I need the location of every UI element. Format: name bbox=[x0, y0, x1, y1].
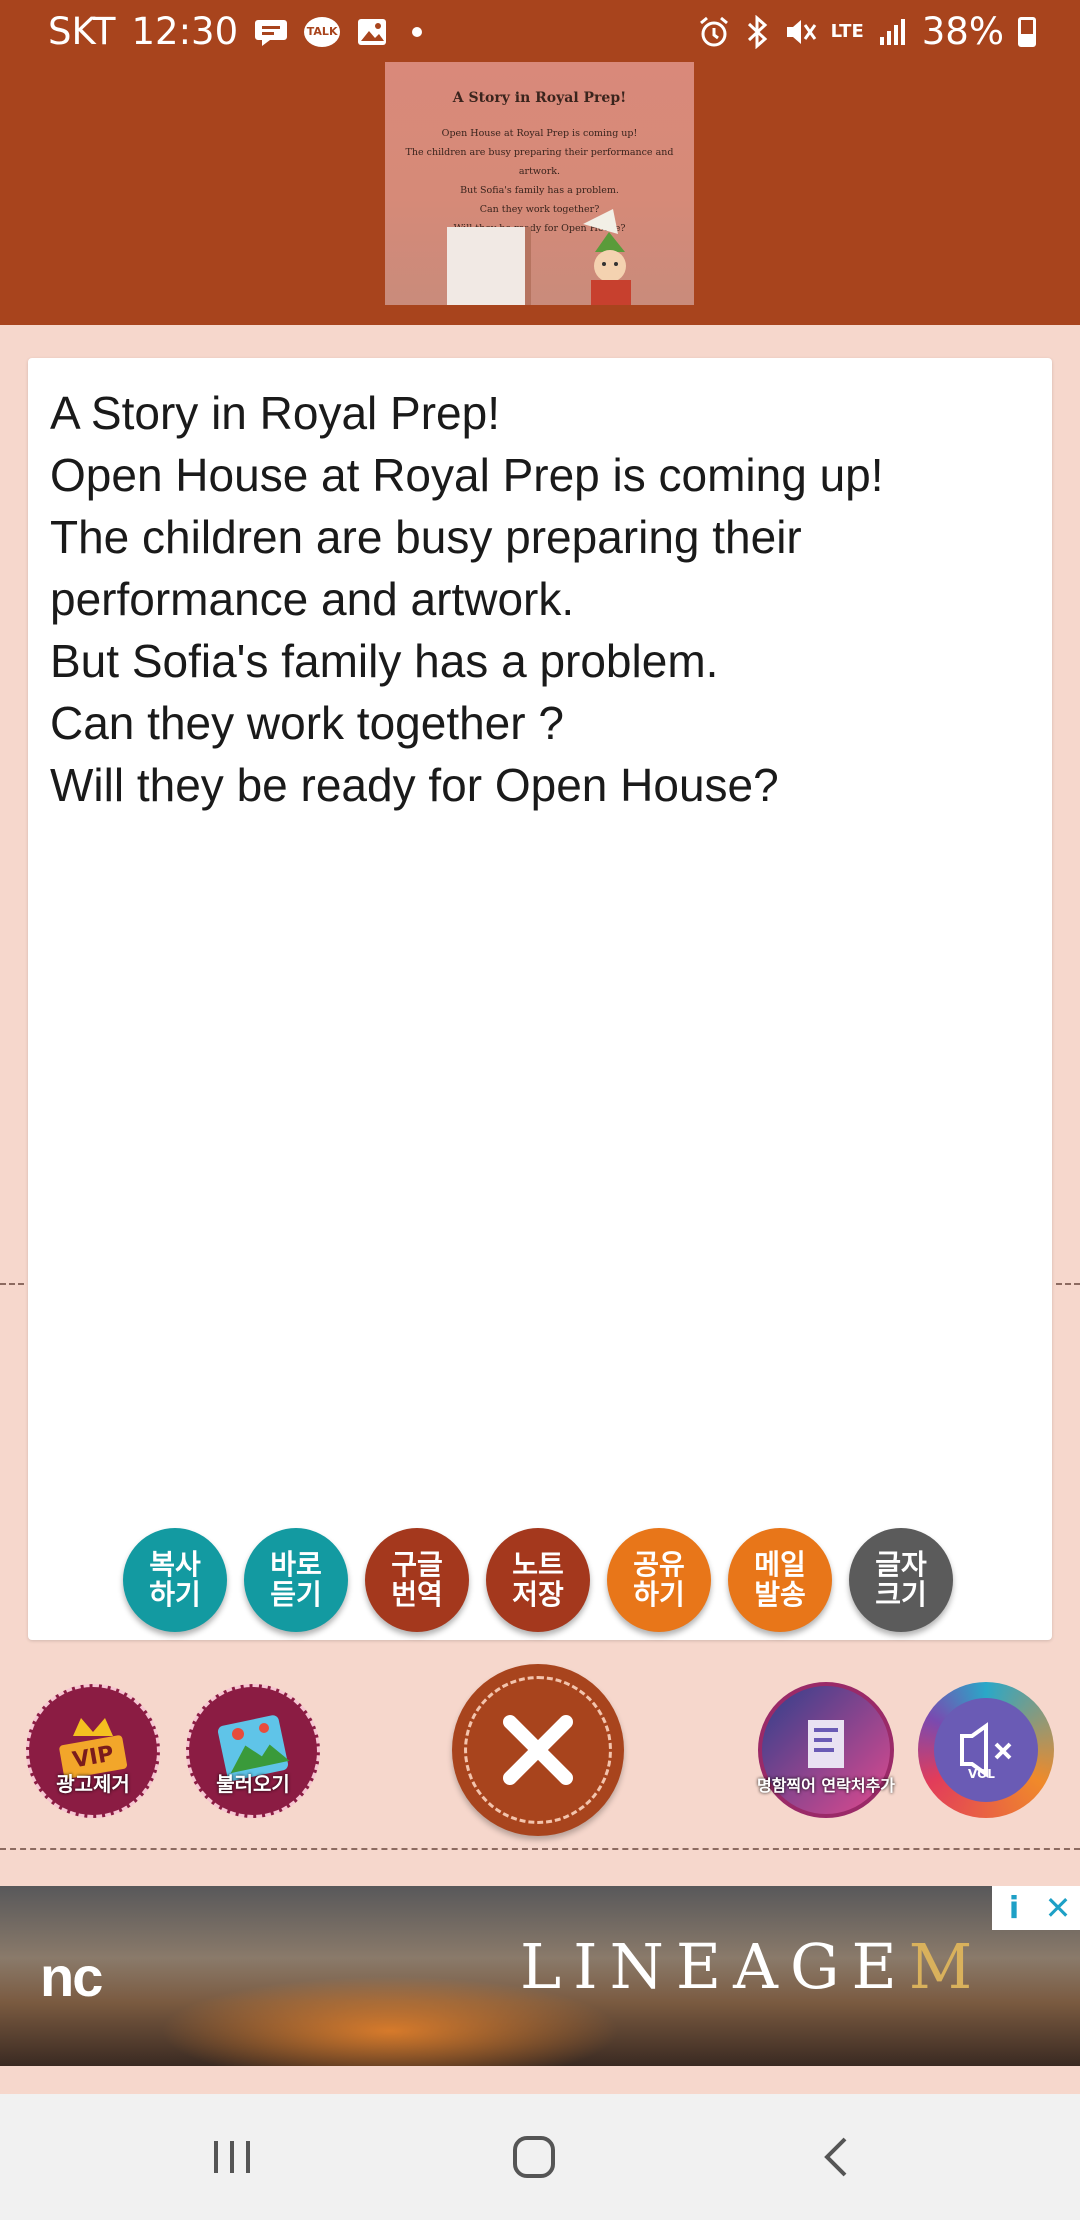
thumbnail-character-illustration bbox=[583, 209, 631, 305]
vol-text: VOL bbox=[968, 1767, 995, 1781]
dot-icon bbox=[412, 26, 423, 37]
status-right: LTE 38% bbox=[697, 10, 1036, 53]
talk-icon: TALK bbox=[304, 16, 341, 47]
font-size-button[interactable]: 글자 크기 bbox=[849, 1528, 953, 1632]
text-line: performance and artwork. bbox=[50, 573, 575, 625]
status-time: 12:30 bbox=[131, 10, 239, 53]
signal-icon bbox=[878, 17, 908, 47]
text-line: But Sofia's family has a problem. bbox=[50, 635, 719, 687]
thumbnail-line: Open House at Royal Prep is coming up! bbox=[441, 128, 638, 139]
ad-title-main: LINEAGE bbox=[520, 1930, 909, 2003]
divider-right bbox=[1056, 1283, 1080, 1285]
thumbnail-line: But Sofia's family has a problem. bbox=[460, 185, 619, 196]
thumbnail-line: Will they be ready for Open House? bbox=[453, 223, 626, 234]
translate-button-label-2: 번역 bbox=[391, 1578, 443, 1611]
thumbnail-window-illustration bbox=[447, 227, 531, 305]
listen-button-label-2: 듣기 bbox=[270, 1578, 322, 1611]
captured-image-thumbnail[interactable]: A Story in Royal Prep! Open House at Roy… bbox=[385, 62, 694, 305]
ad-info-icon[interactable]: i bbox=[992, 1886, 1036, 1930]
load-image-button[interactable]: 불러오기 bbox=[186, 1684, 320, 1818]
google-translate-button[interactable]: 구글 번역 bbox=[365, 1528, 469, 1632]
volume-off-icon: VOL bbox=[960, 1722, 1012, 1781]
system-nav-bar bbox=[0, 2094, 1080, 2220]
font-size-button-label-2: 크기 bbox=[875, 1578, 927, 1611]
chat-icon bbox=[254, 17, 288, 47]
save-note-button-label-1: 노트 bbox=[512, 1548, 564, 1581]
status-carrier: SKT bbox=[48, 10, 116, 53]
remove-ads-label: 광고제거 bbox=[56, 1772, 130, 1796]
mute-icon bbox=[783, 15, 817, 49]
close-button[interactable] bbox=[452, 1664, 624, 1836]
bottom-divider bbox=[0, 1848, 1080, 1850]
listen-now-button[interactable]: 바로 듣기 bbox=[244, 1528, 348, 1632]
ad-title: LINEAGEM bbox=[520, 1930, 984, 2003]
alarm-icon bbox=[697, 15, 731, 49]
volume-button-inner: VOL bbox=[934, 1698, 1038, 1802]
home-icon bbox=[513, 2136, 555, 2178]
ad-title-m: M bbox=[908, 1930, 985, 2003]
action-button-row: 복사 하기 바로 듣기 구글 번역 노트 저장 공유 하기 메일 발송 글자 크… bbox=[123, 1528, 953, 1632]
text-line: Will they be ready for Open House? bbox=[50, 759, 779, 811]
send-mail-button[interactable]: 메일 발송 bbox=[728, 1528, 832, 1632]
text-line: The children are busy preparing their bbox=[50, 511, 802, 563]
remove-ads-vip-button[interactable]: VIP 광고제거 bbox=[26, 1684, 160, 1818]
divider-left bbox=[0, 1283, 24, 1285]
app-header: SKT 12:30 TALK LTE 38% A Story in Royal … bbox=[0, 0, 1080, 325]
text-line: Open House at Royal Prep is coming up! bbox=[50, 449, 884, 501]
mail-button-label-1: 메일 bbox=[754, 1548, 806, 1581]
mail-button-label-2: 발송 bbox=[754, 1578, 806, 1611]
share-button-label-1: 공유 bbox=[633, 1548, 685, 1581]
text-line: A Story in Royal Prep! bbox=[50, 387, 500, 439]
status-left: SKT 12:30 TALK bbox=[48, 10, 423, 53]
save-note-button-label-2: 저장 bbox=[512, 1578, 564, 1611]
thumbnail-line: The children are busy preparing their pe… bbox=[405, 147, 674, 177]
bluetooth-icon bbox=[745, 14, 769, 49]
thumbnail-line: Can they work together? bbox=[479, 204, 600, 215]
lte-icon: LTE bbox=[830, 20, 864, 42]
copy-button-label-2: 하기 bbox=[149, 1578, 201, 1611]
load-image-label: 불러오기 bbox=[216, 1772, 290, 1796]
ocr-text-card[interactable]: A Story in Royal Prep! Open House at Roy… bbox=[28, 358, 1052, 1640]
back-button[interactable] bbox=[766, 2094, 906, 2220]
close-button-ring bbox=[464, 1676, 612, 1824]
business-card-scan-button[interactable]: 명함찍어 연락처추가 bbox=[756, 1682, 896, 1818]
volume-mute-button[interactable]: VOL bbox=[918, 1682, 1054, 1818]
thumbnail-title: A Story in Royal Prep! bbox=[452, 90, 627, 106]
listen-button-label-1: 바로 bbox=[270, 1548, 322, 1581]
lte-label: LTE bbox=[830, 20, 864, 42]
translate-button-label-1: 구글 bbox=[391, 1548, 443, 1581]
font-size-button-label-1: 글자 bbox=[875, 1548, 927, 1581]
ad-banner[interactable]: nc LINEAGEM i ✕ bbox=[0, 1886, 1080, 2066]
thumbnail-text: Open House at Royal Prep is coming up! T… bbox=[385, 124, 694, 238]
text-line: Can they work together ? bbox=[50, 697, 564, 749]
recent-apps-icon bbox=[214, 2141, 250, 2173]
share-button[interactable]: 공유 하기 bbox=[607, 1528, 711, 1632]
image-icon bbox=[356, 17, 388, 47]
copy-button-label-1: 복사 bbox=[149, 1548, 201, 1581]
business-card-label: 명함찍어 연락처추가 bbox=[756, 1776, 896, 1795]
battery-icon bbox=[1018, 16, 1036, 47]
recognized-text[interactable]: A Story in Royal Prep! Open House at Roy… bbox=[50, 382, 1030, 816]
save-note-button[interactable]: 노트 저장 bbox=[486, 1528, 590, 1632]
battery-percent: 38% bbox=[921, 10, 1004, 53]
share-button-label-2: 하기 bbox=[633, 1578, 685, 1611]
home-button[interactable] bbox=[464, 2094, 604, 2220]
recent-apps-button[interactable] bbox=[162, 2094, 302, 2220]
ad-close-icon[interactable]: ✕ bbox=[1036, 1886, 1080, 1930]
status-bar: SKT 12:30 TALK LTE 38% bbox=[0, 0, 1080, 64]
back-icon bbox=[824, 2137, 847, 2177]
ad-brand-logo: nc bbox=[40, 1945, 103, 2008]
copy-button[interactable]: 복사 하기 bbox=[123, 1528, 227, 1632]
